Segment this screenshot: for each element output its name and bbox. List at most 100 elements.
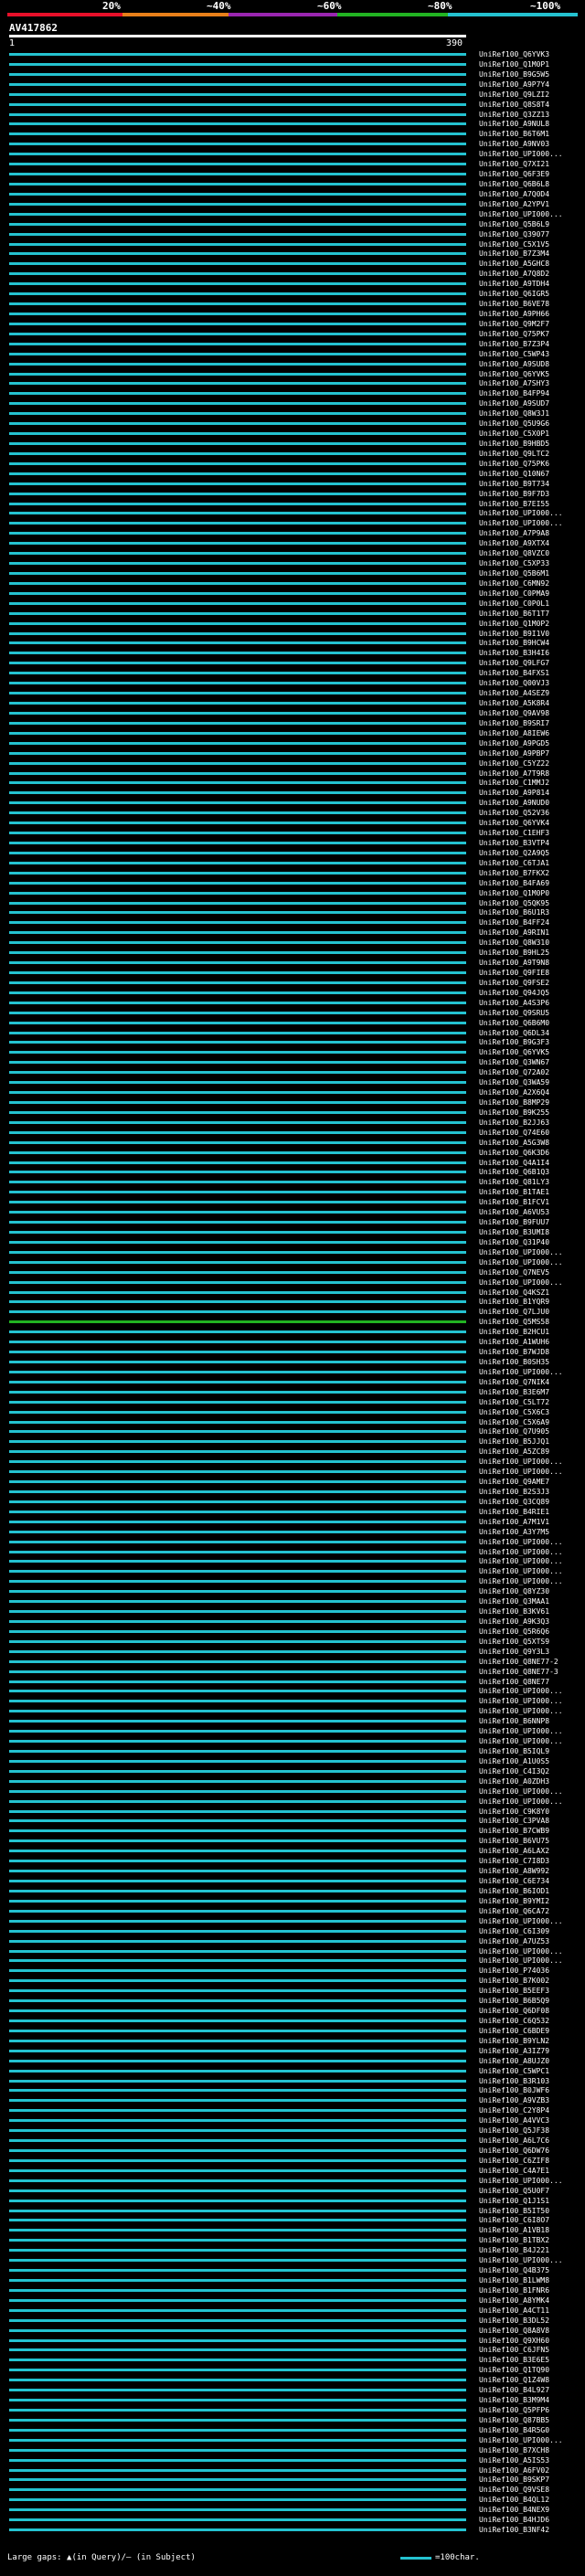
hit-id-link[interactable]: UniRef100_A9NUD0 bbox=[479, 798, 549, 808]
hit-id-link[interactable]: UniRef100_Q1TQ90 bbox=[479, 2365, 549, 2375]
hit-row[interactable]: UniRef100_A9T9N8 bbox=[0, 958, 585, 968]
hit-id-link[interactable]: UniRef100_A9PH66 bbox=[479, 309, 549, 319]
hit-id-link[interactable]: UniRef100_UPI000... bbox=[479, 1537, 563, 1547]
hit-id-link[interactable]: UniRef100_Q6DF08 bbox=[479, 2006, 549, 2016]
hit-id-link[interactable]: UniRef100_Q81LY3 bbox=[479, 1177, 549, 1187]
hit-id-link[interactable]: UniRef100_A6VU53 bbox=[479, 1207, 549, 1217]
hit-row[interactable]: UniRef100_P74036 bbox=[0, 1966, 585, 1976]
hit-id-link[interactable]: UniRef100_A1VB18 bbox=[479, 2225, 549, 2235]
hit-id-link[interactable]: UniRef100_Q4KSZ1 bbox=[479, 1288, 549, 1298]
hit-id-link[interactable]: UniRef100_B0JWF6 bbox=[479, 2085, 549, 2095]
hit-id-link[interactable]: UniRef100_UPI000... bbox=[479, 149, 563, 159]
hit-row[interactable]: UniRef100_C4I3Q2 bbox=[0, 1766, 585, 1776]
hit-id-link[interactable]: UniRef100_UPI000... bbox=[479, 2255, 563, 2265]
hit-row[interactable]: UniRef100_B2S3J3 bbox=[0, 1487, 585, 1497]
hit-row[interactable]: UniRef100_B9G5W5 bbox=[0, 69, 585, 80]
hit-id-link[interactable]: UniRef100_C6I8O7 bbox=[479, 2215, 549, 2225]
hit-id-link[interactable]: UniRef100_B3R103 bbox=[479, 2076, 549, 2086]
hit-id-link[interactable]: UniRef100_UPI000... bbox=[479, 2176, 563, 2186]
hit-id-link[interactable]: UniRef100_B9K255 bbox=[479, 1108, 549, 1118]
hit-id-link[interactable]: UniRef100_C1MMJ2 bbox=[479, 778, 549, 788]
hit-row[interactable]: UniRef100_B0JWF6 bbox=[0, 2085, 585, 2095]
hit-id-link[interactable]: UniRef100_A3Y7M5 bbox=[479, 1527, 549, 1537]
hit-row[interactable]: UniRef100_Q8A8V8 bbox=[0, 2326, 585, 2336]
hit-id-link[interactable]: UniRef100_A7T9R8 bbox=[479, 769, 549, 779]
hit-row[interactable]: UniRef100_UPI000... bbox=[0, 149, 585, 159]
hit-row[interactable]: UniRef100_Q7NEV5 bbox=[0, 1267, 585, 1277]
hit-id-link[interactable]: UniRef100_A9K3Q3 bbox=[479, 1617, 549, 1627]
hit-id-link[interactable]: UniRef100_B9YMI2 bbox=[479, 1896, 549, 1906]
hit-row[interactable]: UniRef100_A6L7C6 bbox=[0, 2136, 585, 2146]
hit-id-link[interactable]: UniRef100_Q4A1I4 bbox=[479, 1158, 549, 1168]
hit-row[interactable]: UniRef100_C5XP33 bbox=[0, 558, 585, 568]
hit-row[interactable]: UniRef100_Q8NE77-2 bbox=[0, 1657, 585, 1667]
hit-row[interactable]: UniRef100_A8W992 bbox=[0, 1866, 585, 1876]
hit-row[interactable]: UniRef100_B9HL25 bbox=[0, 948, 585, 958]
hit-row[interactable]: UniRef100_B0SH35 bbox=[0, 1357, 585, 1367]
hit-row[interactable]: UniRef100_Q5B6L9 bbox=[0, 219, 585, 229]
hit-id-link[interactable]: UniRef100_Q9Y3L3 bbox=[479, 1647, 549, 1657]
hit-row[interactable]: UniRef100_UPI000... bbox=[0, 1946, 585, 1956]
hit-row[interactable]: UniRef100_A4CT11 bbox=[0, 2306, 585, 2316]
hit-row[interactable]: UniRef100_B4HJD6 bbox=[0, 2515, 585, 2525]
hit-id-link[interactable]: UniRef100_UPI000... bbox=[479, 1277, 563, 1288]
hit-id-link[interactable]: UniRef100_Q7NEV5 bbox=[479, 1267, 549, 1277]
hit-row[interactable]: UniRef100_Q7XI21 bbox=[0, 159, 585, 169]
hit-row[interactable]: UniRef100_B9HCW4 bbox=[0, 638, 585, 648]
hit-id-link[interactable]: UniRef100_B1TAE1 bbox=[479, 1187, 549, 1197]
hit-row[interactable]: UniRef100_A9PH66 bbox=[0, 309, 585, 319]
hit-row[interactable]: UniRef100_B3NF42 bbox=[0, 2525, 585, 2535]
hit-row[interactable]: UniRef100_B2HCU1 bbox=[0, 1327, 585, 1337]
hit-row[interactable]: UniRef100_A7M1V1 bbox=[0, 1517, 585, 1527]
hit-row[interactable]: UniRef100_C5X6C3 bbox=[0, 1407, 585, 1417]
hit-row[interactable]: UniRef100_B9SRI7 bbox=[0, 718, 585, 728]
hit-row[interactable]: UniRef100_B7K002 bbox=[0, 1976, 585, 1986]
hit-id-link[interactable]: UniRef100_Q31P40 bbox=[479, 1237, 549, 1247]
hit-row[interactable]: UniRef100_B3H4I6 bbox=[0, 648, 585, 658]
hit-id-link[interactable]: UniRef100_A5K8R4 bbox=[479, 698, 549, 708]
hit-row[interactable]: UniRef100_UPI000... bbox=[0, 1786, 585, 1797]
hit-id-link[interactable]: UniRef100_Q7LJU0 bbox=[479, 1307, 549, 1317]
hit-row[interactable]: UniRef100_B6T1T7 bbox=[0, 609, 585, 619]
hit-row[interactable]: UniRef100_B1TAE1 bbox=[0, 1187, 585, 1197]
hit-row[interactable]: UniRef100_B5IQL9 bbox=[0, 1746, 585, 1756]
hit-id-link[interactable]: UniRef100_UPI000... bbox=[479, 1247, 563, 1257]
hit-row[interactable]: UniRef100_Q2A9Q5 bbox=[0, 848, 585, 858]
hit-id-link[interactable]: UniRef100_B7CWB9 bbox=[479, 1826, 549, 1836]
hit-row[interactable]: UniRef100_Q8NE77 bbox=[0, 1677, 585, 1687]
hit-row[interactable]: UniRef100_UPI000... bbox=[0, 1556, 585, 1566]
hit-id-link[interactable]: UniRef100_B4FF24 bbox=[479, 917, 549, 928]
hit-id-link[interactable]: UniRef100_Q5B6M1 bbox=[479, 568, 549, 578]
hit-id-link[interactable]: UniRef100_Q1M0P1 bbox=[479, 59, 549, 69]
hit-id-link[interactable]: UniRef100_Q9AME7 bbox=[479, 1477, 549, 1487]
hit-id-link[interactable]: UniRef100_C5LT72 bbox=[479, 1397, 549, 1407]
hit-id-link[interactable]: UniRef100_B9I1V0 bbox=[479, 629, 549, 639]
hit-id-link[interactable]: UniRef100_Q3CQ89 bbox=[479, 1497, 549, 1507]
hit-id-link[interactable]: UniRef100_Q6K3D6 bbox=[479, 1148, 549, 1158]
hit-row[interactable]: UniRef100_B5JJQ1 bbox=[0, 1436, 585, 1447]
hit-id-link[interactable]: UniRef100_A7P9A8 bbox=[479, 528, 549, 538]
hit-row[interactable]: UniRef100_C3PVA8 bbox=[0, 1816, 585, 1826]
hit-id-link[interactable]: UniRef100_Q87BB5 bbox=[479, 2415, 549, 2425]
hit-id-link[interactable]: UniRef100_Q5U0F7 bbox=[479, 2186, 549, 2196]
hit-id-link[interactable]: UniRef100_B1FNR6 bbox=[479, 2285, 549, 2295]
hit-row[interactable]: UniRef100_Q5B6M1 bbox=[0, 568, 585, 578]
hit-id-link[interactable]: UniRef100_Q6YVK5 bbox=[479, 369, 549, 379]
hit-id-link[interactable]: UniRef100_UPI000... bbox=[479, 1547, 563, 1557]
hit-row[interactable]: UniRef100_A1U0S5 bbox=[0, 1756, 585, 1766]
hit-row[interactable]: UniRef100_A4SEZ9 bbox=[0, 688, 585, 698]
hit-id-link[interactable]: UniRef100_A9NUL8 bbox=[479, 119, 549, 129]
hit-row[interactable]: UniRef100_UPI000... bbox=[0, 1277, 585, 1288]
hit-id-link[interactable]: UniRef100_Q6B1Q3 bbox=[479, 1167, 549, 1177]
hit-row[interactable]: UniRef100_Q6YVK3 bbox=[0, 49, 585, 59]
hit-row[interactable]: UniRef100_B2JJ63 bbox=[0, 1118, 585, 1128]
hit-id-link[interactable]: UniRef100_UPI000... bbox=[479, 1576, 563, 1586]
hit-id-link[interactable]: UniRef100_B4RIE1 bbox=[479, 1507, 549, 1517]
hit-row[interactable]: UniRef100_A9SUD8 bbox=[0, 359, 585, 369]
hit-id-link[interactable]: UniRef100_Q9VSE8 bbox=[479, 2485, 549, 2495]
hit-row[interactable]: UniRef100_A9SUD7 bbox=[0, 398, 585, 408]
hit-row[interactable]: UniRef100_Q39077 bbox=[0, 229, 585, 239]
hit-id-link[interactable]: UniRef100_A7SHY3 bbox=[479, 378, 549, 388]
hit-row[interactable]: UniRef100_C6JFN5 bbox=[0, 2345, 585, 2355]
hit-row[interactable]: UniRef100_UPI000... bbox=[0, 2176, 585, 2186]
